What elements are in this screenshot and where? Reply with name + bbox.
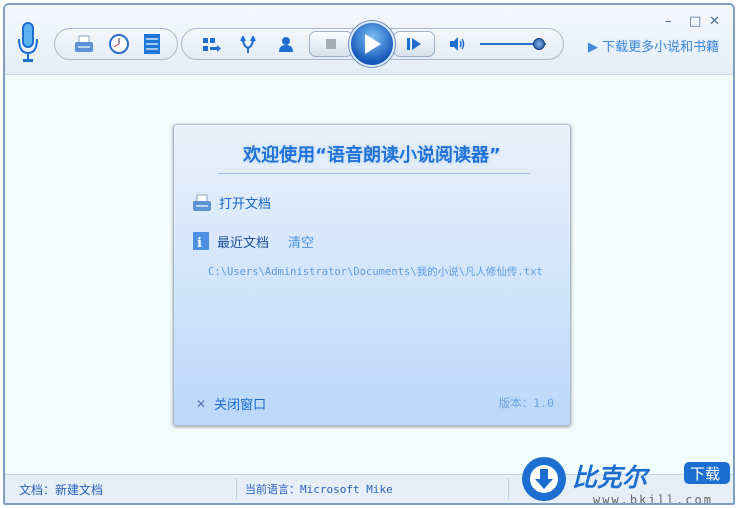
open-document-button[interactable]: 打开文档 [192,193,271,212]
download-more-label: 下载更多小说和书籍 [602,40,720,55]
play-triangle-icon: ▶ [588,40,603,55]
download-more-link[interactable]: ▶ 下载更多小说和书籍 [588,36,719,55]
grid-arrow-icon [203,38,221,52]
bkill-watermark-logo: 比克尔 下载 www.bkill.com [518,452,733,505]
close-x-icon: ✕ [196,396,207,411]
play-icon [365,34,381,54]
printer-icon [75,35,93,52]
status-separator [508,478,509,500]
close-button[interactable]: ✕ [709,14,720,29]
app-window: – □ ✕ ▶ 下载更多小说和书籍 欢迎使用“语音朗读小说阅读器” 打开文档 i… [3,3,735,505]
volume-icon[interactable] [449,36,467,52]
merge-arrows-icon [240,36,256,53]
divider [218,173,530,174]
merge-button[interactable] [239,35,257,55]
recent-documents-row: i 最近文档 清空 [192,231,314,251]
dialog-title: 欢迎使用“语音朗读小说阅读器” [243,145,501,166]
toolbar: – □ ✕ ▶ 下载更多小说和书籍 [5,5,733,75]
minimize-button[interactable]: – [665,14,672,29]
play-button[interactable] [349,21,395,67]
open-file-button[interactable] [73,34,95,54]
svg-text:www.bkill.com: www.bkill.com [593,493,713,505]
next-icon [407,38,421,50]
maximize-button[interactable]: □ [689,14,701,29]
svg-text:下载: 下载 [690,465,720,483]
welcome-dialog: 欢迎使用“语音朗读小说阅读器” 打开文档 i 最近文档 清空 C:\Users\… [173,124,571,426]
voice-button[interactable] [277,35,295,53]
history-button[interactable] [108,33,130,55]
svg-text:比克尔: 比克尔 [572,463,651,492]
close-window-button[interactable]: ✕ 关闭窗口 [196,394,267,414]
svg-text:i: i [197,236,202,251]
next-button[interactable] [393,31,435,57]
status-separator [236,478,237,500]
open-document-label: 打开文档 [219,197,272,212]
status-language: 当前语言：Microsoft Mike [245,483,393,496]
microphone-icon [17,21,39,63]
clear-recent-link[interactable]: 清空 [288,232,314,251]
stop-button[interactable] [309,31,353,57]
layout-button[interactable] [201,36,223,54]
list-icon [144,34,160,54]
recent-documents-label: 最近文档 [217,235,270,251]
version-label: 版本：1.0 [498,396,554,410]
status-document: 文档：新建文档 [19,483,104,497]
close-window-label: 关闭窗口 [214,398,267,413]
printer-icon [193,194,211,211]
clock-icon [109,34,129,54]
recent-file-link[interactable]: C:\Users\Administrator\Documents\我的小说\凡人… [208,264,543,279]
stop-icon [326,39,336,49]
list-button[interactable] [143,33,161,55]
user-icon [279,37,293,52]
info-document-icon: i [193,232,209,251]
